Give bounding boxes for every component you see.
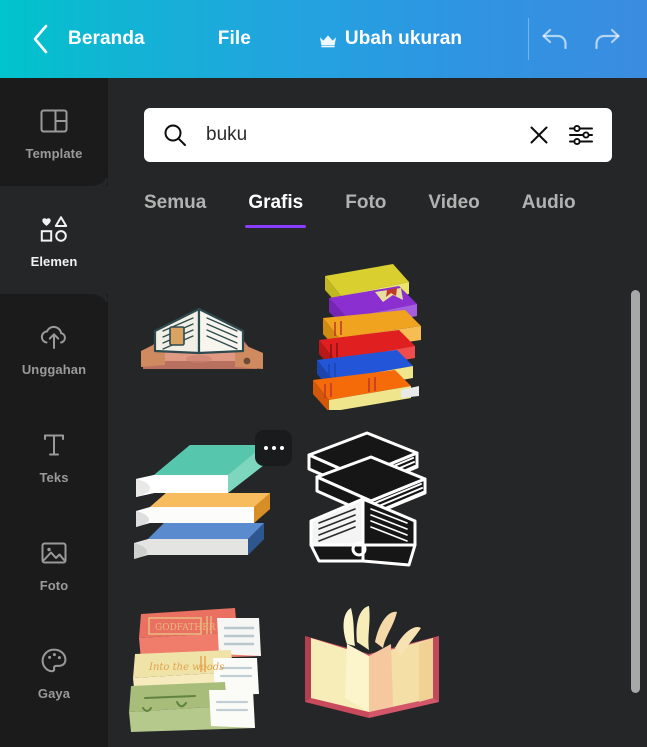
tab-label: Foto xyxy=(345,192,387,213)
chevron-left-icon[interactable] xyxy=(26,22,54,56)
tab-semua[interactable]: Semua xyxy=(144,188,206,228)
result-item-open-book-cream-red[interactable] xyxy=(292,585,452,745)
result-type-tabs: Semua Grafis Foto Video Audio xyxy=(144,188,612,240)
filter-sliders-icon[interactable] xyxy=(564,120,598,150)
more-dot xyxy=(263,446,268,450)
home-label: Beranda xyxy=(68,28,145,49)
results-scrollbar-thumb[interactable] xyxy=(631,290,640,693)
resize-button[interactable]: Ubah ukuran xyxy=(319,28,462,50)
sidebar-item-label: Teks xyxy=(39,470,69,485)
more-dot xyxy=(271,446,276,450)
tab-foto[interactable]: Foto xyxy=(345,188,386,228)
canva-editor-screen: Beranda File Ubah ukuran Template Elemen… xyxy=(0,0,647,747)
result-item-pastel-book-stack-godfather[interactable]: GODFATHER Into the woods xyxy=(120,585,280,745)
result-item-teal-orange-blue-book-stack[interactable] xyxy=(120,420,292,580)
sidebar-item-label: Unggahan xyxy=(21,362,87,377)
more-dot xyxy=(279,446,284,450)
search-box[interactable] xyxy=(144,108,612,162)
template-layout-icon xyxy=(37,104,71,138)
tab-active-underline xyxy=(245,225,307,228)
sidebar-item-foto[interactable]: Foto xyxy=(0,510,108,618)
tab-video[interactable]: Video xyxy=(428,188,479,228)
sidebar-item-label: Template xyxy=(25,146,83,161)
tab-label: Audio xyxy=(521,192,576,213)
top-toolbar: Beranda File Ubah ukuran xyxy=(0,0,647,78)
file-menu-button[interactable]: File xyxy=(218,28,251,50)
left-sidebar: Template Elemen Unggahan Teks Foto Gaya xyxy=(0,78,108,747)
tab-label: Grafis xyxy=(248,192,304,213)
sidebar-item-elemen[interactable]: Elemen xyxy=(0,170,108,310)
result-item-open-book-on-pink-book[interactable] xyxy=(120,255,280,415)
cloud-upload-icon xyxy=(37,320,71,354)
file-label: File xyxy=(217,28,251,49)
sidebar-item-label: Gaya xyxy=(37,686,71,701)
svg-text:Into the woods: Into the woods xyxy=(148,662,224,673)
undo-icon[interactable] xyxy=(529,13,581,65)
tab-grafis[interactable]: Grafis xyxy=(245,188,307,228)
palette-icon xyxy=(37,644,71,678)
search-results-grid: GODFATHER Into the woods xyxy=(108,255,647,747)
sidebar-item-label: Foto xyxy=(39,578,69,593)
result-item-black-white-sketch-books[interactable] xyxy=(292,420,452,580)
close-x-icon[interactable] xyxy=(524,120,554,150)
sidebar-item-gaya[interactable]: Gaya xyxy=(0,618,108,726)
more-options-button[interactable] xyxy=(255,430,292,466)
shapes-icon xyxy=(37,212,71,246)
sidebar-item-teks[interactable]: Teks xyxy=(0,402,108,510)
results-scrollbar-track[interactable] xyxy=(631,255,641,747)
image-icon xyxy=(37,536,71,570)
redo-icon[interactable] xyxy=(581,13,633,65)
tab-label: Video xyxy=(428,192,480,213)
result-item-colorful-book-stack[interactable] xyxy=(292,255,452,415)
crown-icon xyxy=(319,32,337,48)
tab-audio[interactable]: Audio xyxy=(522,188,576,228)
resize-label: Ubah ukuran xyxy=(344,28,463,49)
sidebar-item-unggahan[interactable]: Unggahan xyxy=(0,294,108,402)
home-button[interactable]: Beranda xyxy=(68,28,145,50)
search-input[interactable] xyxy=(206,124,524,146)
sidebar-item-label: Elemen xyxy=(30,254,78,269)
tab-label: Semua xyxy=(144,192,207,213)
search-bar xyxy=(144,108,612,162)
text-t-icon xyxy=(37,428,71,462)
search-icon xyxy=(162,122,188,148)
